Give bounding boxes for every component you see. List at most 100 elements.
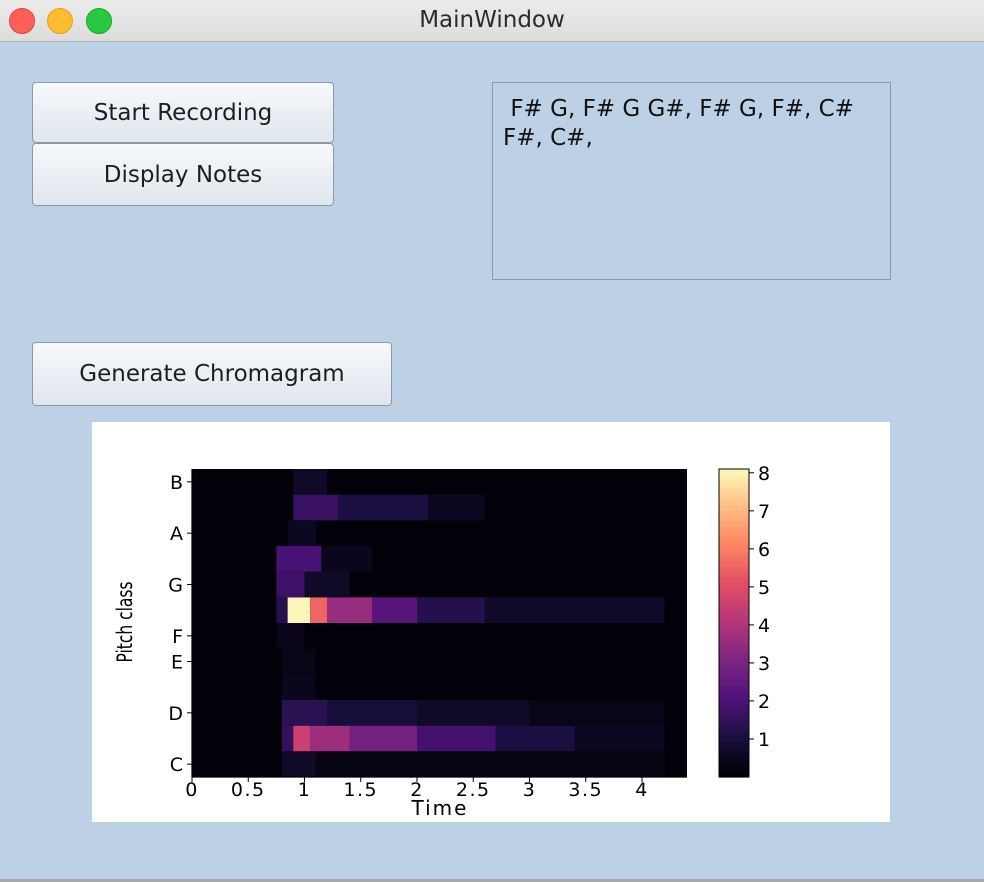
heatmap-cell [417, 700, 530, 726]
colorbar: 1 2 3 4 5 6 7 8 [718, 463, 770, 778]
colorbar-segment [719, 489, 749, 496]
heatmap-cell [310, 597, 327, 623]
colorbar-segment [719, 689, 749, 696]
colorbar-segment [719, 576, 749, 583]
colorbar-segment [719, 540, 749, 547]
colorbar-segment [719, 546, 749, 552]
y-tick-label: C [170, 754, 183, 776]
generate-chromagram-button[interactable]: Generate Chromagram [32, 342, 392, 406]
heatmap-cell [282, 700, 327, 726]
colorbar-segment [719, 494, 749, 501]
colorbar-tick-label: 2 [758, 691, 770, 713]
heatmap-cell [495, 725, 575, 752]
colorbar-tick-label: 5 [758, 577, 770, 599]
colorbar-segment [719, 474, 749, 480]
colorbar-segment [719, 535, 749, 542]
colorbar-segment [719, 664, 749, 670]
heatmap-cell [417, 725, 496, 752]
colorbar-segment [719, 679, 749, 686]
heatmap-cell [293, 494, 339, 521]
x-tick-label: 4 [635, 779, 649, 801]
colorbar-segment [719, 571, 749, 578]
colorbar-segment [719, 566, 749, 573]
heatmap-cell [287, 597, 311, 623]
colorbar-segment [719, 469, 749, 475]
colorbar-segment [719, 751, 749, 758]
colorbar-segment [719, 581, 749, 588]
colorbar-segment [719, 587, 749, 593]
heatmap-cell [372, 597, 417, 623]
x-tick-label: 3 [523, 779, 537, 801]
heatmap-cell [327, 597, 372, 623]
notes-output-textbox[interactable]: F# G, F# G G#, F# G, F#, C# F#, C#, [492, 82, 891, 280]
colorbar-segment [719, 520, 749, 527]
colorbar-segment [719, 710, 749, 716]
heatmap-cell [287, 520, 316, 546]
colorbar-segment [719, 746, 749, 752]
colorbar-segment [719, 551, 749, 557]
heatmap-area [192, 469, 687, 777]
colorbar-tick-label: 4 [758, 615, 770, 637]
colorbar-segment [719, 643, 749, 650]
colorbar-segment [719, 694, 749, 701]
colorbar-segment [719, 623, 749, 629]
heatmap-cell [315, 751, 665, 777]
title-bar[interactable]: MainWindow [0, 0, 984, 42]
colorbar-segment [719, 484, 749, 491]
heatmap-cell [428, 494, 485, 521]
heatmap-cell [349, 725, 417, 752]
colorbar-tick-label: 6 [758, 539, 770, 561]
y-axis-label: Pitch class [112, 582, 137, 663]
colorbar-segment [719, 725, 749, 732]
y-tick-label: G [168, 575, 183, 597]
colorbar-segment [719, 499, 749, 506]
colorbar-segment [719, 504, 749, 511]
colorbar-segment [719, 597, 749, 604]
heatmap-cell [282, 725, 294, 752]
heatmap-cell [310, 725, 350, 752]
heatmap-cell [276, 623, 305, 649]
heatmap-cell [574, 725, 665, 752]
heatmap-cell [529, 700, 665, 726]
heatmap-cell [282, 648, 316, 675]
display-notes-button[interactable]: Display Notes [32, 143, 334, 206]
start-recording-button[interactable]: Start Recording [32, 82, 334, 143]
colorbar-segment [719, 592, 749, 598]
heatmap-cell [338, 494, 429, 521]
heatmap-cell [282, 751, 316, 777]
heatmap-cell [276, 546, 322, 572]
colorbar-segment [719, 669, 749, 675]
y-tick-label: E [171, 652, 183, 674]
y-tick-label: D [168, 703, 183, 725]
main-window: MainWindow Start Recording Display Notes… [0, 0, 984, 882]
heatmap-cell [293, 725, 311, 752]
heatmap-cell [276, 571, 305, 598]
colorbar-segment [719, 715, 749, 722]
colorbar-segment [719, 525, 749, 532]
window-title: MainWindow [419, 7, 565, 33]
heatmap-cell [417, 597, 485, 623]
y-tick-label: B [170, 472, 183, 494]
heatmap-cell [276, 597, 288, 623]
colorbar-segment [719, 761, 749, 768]
colorbar-segment [719, 510, 749, 516]
colorbar-segment [719, 638, 749, 645]
x-tick-label: 0 [185, 779, 199, 801]
colorbar-tick-label: 3 [758, 653, 770, 675]
colorbar-segment [719, 530, 749, 537]
y-tick-label: A [170, 523, 183, 545]
heatmap-cell [304, 571, 350, 598]
heatmap-cell [293, 469, 327, 495]
colorbar-segment [719, 515, 749, 521]
colorbar-segment [719, 684, 749, 691]
colorbar-tick-label: 8 [758, 463, 770, 485]
colorbar-segment [719, 720, 749, 727]
colorbar-segment [719, 556, 749, 562]
colorbar-segment [719, 612, 749, 619]
colorbar-segment [719, 741, 749, 747]
heatmap-cell [321, 546, 372, 572]
x-tick-label: 1.5 [343, 779, 378, 801]
colorbar-segment [719, 735, 749, 742]
colorbar-segment [719, 700, 749, 706]
colorbar-segment [719, 730, 749, 737]
